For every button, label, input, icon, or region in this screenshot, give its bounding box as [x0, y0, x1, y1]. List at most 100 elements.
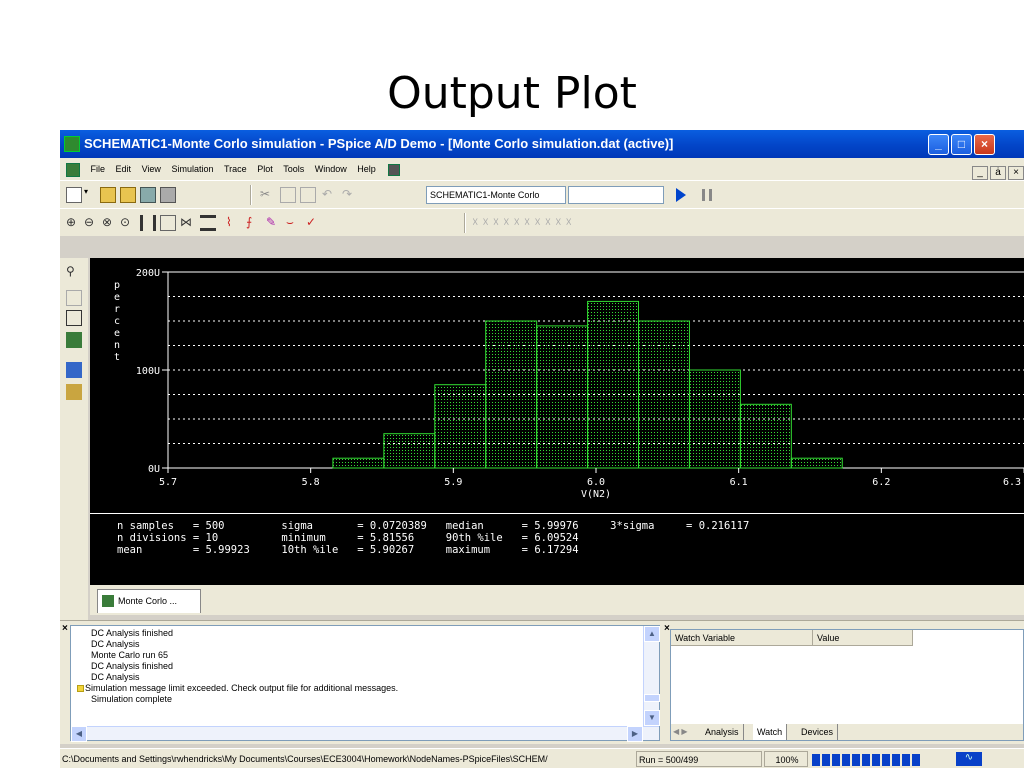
pspice-app-icon: [64, 136, 80, 152]
mdi-close-button[interactable]: ×: [1008, 166, 1024, 180]
close-button[interactable]: ×: [974, 134, 995, 155]
scroll-down-icon[interactable]: ▼: [644, 710, 660, 726]
close-watch-pane-icon[interactable]: ×: [664, 623, 670, 634]
p10-label: 10th %ile: [281, 544, 339, 556]
mdi-minimize-button[interactable]: _: [972, 166, 988, 180]
menu-trace[interactable]: Trace: [220, 158, 251, 180]
menu-edit[interactable]: Edit: [112, 158, 136, 180]
maximum-value: 6.17294: [534, 544, 579, 556]
view-simulation-icon[interactable]: [66, 332, 82, 348]
cursor-peak-icon[interactable]: ⨍: [246, 215, 262, 231]
tab-scroll-left-icon[interactable]: ◀ ▶: [673, 724, 688, 740]
print-icon[interactable]: [160, 187, 176, 203]
menu-view[interactable]: View: [138, 158, 165, 180]
n-divisions-label: n divisions: [117, 532, 187, 544]
paste-icon[interactable]: [300, 187, 316, 203]
x-tick-label: 6.1: [730, 477, 748, 488]
x-tick-label: 5.7: [159, 477, 177, 488]
waveform-icon: ∿: [956, 752, 982, 766]
cursor-toggle-icon[interactable]: ⌇: [226, 215, 242, 231]
standard-toolbar: ▾ ✂ ↶ ↷ SCHEMATIC1-Monte Corlo: [60, 180, 1024, 208]
window-title: SCHEMATIC1-Monte Corlo simulation - PSpi…: [84, 136, 674, 151]
add-plot-icon[interactable]: [200, 215, 216, 231]
simulation-profile-input[interactable]: [568, 186, 664, 204]
output-window[interactable]: DC Analysis finished DC Analysis Monte C…: [70, 625, 660, 742]
pause-icon[interactable]: [702, 189, 712, 201]
histogram-bar: [536, 325, 589, 469]
simulation-settings-icon[interactable]: [66, 362, 82, 378]
tab-devices[interactable]: Devices: [797, 724, 839, 740]
y-tick-label: 100U: [136, 366, 160, 377]
three-sigma-value: 0.216117: [698, 520, 750, 532]
y-axis-title-letter: n: [114, 340, 120, 351]
open-folder-icon[interactable]: [100, 187, 116, 203]
add-trace-icon[interactable]: ⋈: [180, 215, 196, 231]
plot-window-icon: [102, 595, 114, 607]
minimum-label: minimum: [281, 532, 326, 544]
zoom-area-icon[interactable]: ⊗: [102, 215, 118, 231]
y-axis-title-letter: p: [114, 280, 120, 291]
marker-icon[interactable]: ⚲: [66, 264, 82, 280]
scroll-right-icon[interactable]: ▶: [627, 726, 643, 742]
maximize-button[interactable]: □: [951, 134, 972, 155]
cursor-trough-icon[interactable]: ✎: [266, 215, 282, 231]
mark-data-points-icon[interactable]: [66, 290, 82, 306]
progress-block: [872, 754, 880, 766]
slide-title: Output Plot: [387, 68, 637, 119]
y-tick-label: 200U: [136, 268, 160, 279]
scroll-left-icon[interactable]: ◀: [71, 726, 87, 742]
progress-block: [812, 754, 820, 766]
close-output-pane-icon[interactable]: ×: [62, 623, 68, 634]
sigma-label: sigma: [281, 520, 313, 532]
pspice-window: SCHEMATIC1-Monte Corlo simulation - PSpi…: [60, 130, 1024, 768]
menu-window[interactable]: Window: [311, 158, 351, 180]
histogram-bar: [332, 457, 385, 469]
progress-block: [842, 754, 850, 766]
copy-icon[interactable]: [280, 187, 296, 203]
view-output-icon[interactable]: [66, 310, 82, 326]
menu-tools[interactable]: Tools: [279, 158, 308, 180]
scroll-up-icon[interactable]: ▲: [644, 626, 660, 642]
whats-this-icon[interactable]: [388, 163, 401, 176]
watch-window[interactable]: Watch Variable Value ◀ ▶ Analysis Watch …: [670, 629, 1024, 741]
scroll-thumb[interactable]: [644, 694, 660, 702]
menu-plot[interactable]: Plot: [253, 158, 277, 180]
x-tick-label: 6.2: [872, 477, 890, 488]
menu-file[interactable]: File: [87, 158, 110, 180]
toggle-fft-icon[interactable]: [140, 215, 156, 231]
watch-variable-column-header[interactable]: Watch Variable: [671, 630, 813, 646]
output-line: DC Analysis: [91, 639, 140, 649]
dropdown-arrow-icon[interactable]: ▾: [84, 187, 92, 203]
document-icon[interactable]: [66, 162, 80, 177]
minimize-button[interactable]: _: [928, 134, 949, 155]
watch-value-column-header[interactable]: Value: [813, 630, 913, 646]
performance-analysis-icon[interactable]: [160, 215, 176, 231]
simulation-profile-select[interactable]: SCHEMATIC1-Monte Corlo: [426, 186, 566, 204]
zoom-fit-icon[interactable]: ⊙: [120, 215, 136, 231]
mdi-restore-button[interactable]: ȧ: [990, 166, 1006, 180]
tab-analysis[interactable]: Analysis: [701, 724, 744, 740]
simulation-results-icon[interactable]: [66, 384, 82, 400]
toolbar-separator: [250, 185, 252, 205]
toolbar-separator: [464, 213, 466, 233]
menu-simulation[interactable]: Simulation: [167, 158, 217, 180]
mark-label-icon[interactable]: ✓: [306, 215, 322, 231]
cursor-slope-icon[interactable]: ⌣: [286, 215, 302, 231]
progress-block: [912, 754, 920, 766]
menu-help[interactable]: Help: [353, 158, 380, 180]
save-icon[interactable]: [140, 187, 156, 203]
output-horizontal-scrollbar[interactable]: ◀ ▶: [71, 726, 659, 742]
tab-watch[interactable]: Watch: [753, 724, 788, 740]
zoom-in-icon[interactable]: ⊕: [66, 215, 82, 231]
open-simulation-icon[interactable]: [120, 187, 136, 203]
cut-icon[interactable]: ✂: [260, 187, 276, 203]
tab-monte-corlo[interactable]: Monte Corlo ...: [97, 589, 201, 613]
redo-icon[interactable]: ↷: [342, 187, 358, 203]
undo-icon[interactable]: ↶: [322, 187, 338, 203]
output-line: DC Analysis: [91, 672, 140, 682]
new-file-icon[interactable]: [66, 187, 82, 203]
run-icon[interactable]: [676, 188, 686, 202]
output-vertical-scrollbar[interactable]: ▲ ▼: [643, 626, 660, 740]
zoom-out-icon[interactable]: ⊖: [84, 215, 100, 231]
window-title-bar[interactable]: SCHEMATIC1-Monte Corlo simulation - PSpi…: [60, 130, 1024, 158]
